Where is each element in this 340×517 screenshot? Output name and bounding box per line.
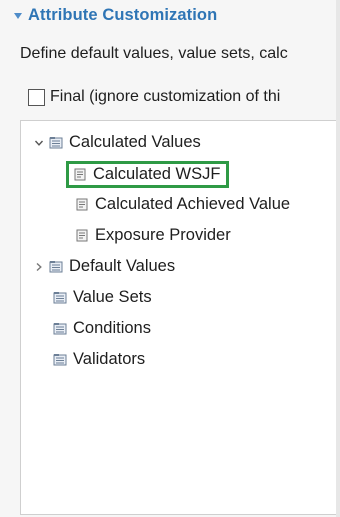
- script-icon: [75, 229, 89, 242]
- section-title: Attribute Customization: [28, 6, 218, 24]
- tree-item-conditions[interactable]: Conditions: [53, 319, 151, 338]
- tree-item-label: Calculated Achieved Value: [95, 195, 291, 213]
- script-icon: [75, 198, 89, 211]
- tree-item-label: Calculated Values: [69, 133, 201, 151]
- tree-item-value-sets[interactable]: Value Sets: [53, 288, 152, 307]
- tree-item-calculated-wsjf[interactable]: Calculated WSJF: [66, 161, 230, 188]
- tree-item-validators[interactable]: Validators: [53, 350, 145, 369]
- final-checkbox[interactable]: [28, 88, 45, 106]
- section-description: Define default values, value sets, calc: [20, 45, 288, 62]
- expand-chevron-icon[interactable]: [33, 261, 45, 273]
- script-icon: [73, 168, 87, 181]
- tree-item-exposure-provider[interactable]: Exposure Provider: [75, 226, 231, 245]
- selection-highlight[interactable]: Calculated WSJF: [66, 161, 230, 188]
- right-edge-divider: [336, 0, 340, 517]
- folder-icon: [53, 291, 67, 304]
- tree-item-label: Calculated WSJF: [93, 165, 221, 183]
- folder-icon: [49, 136, 63, 149]
- tree-item-label: Conditions: [73, 319, 151, 337]
- tree-item-label: Value Sets: [73, 288, 152, 306]
- final-option[interactable]: Final (ignore customization of thi: [28, 88, 280, 106]
- folder-icon: [53, 353, 67, 366]
- section-header[interactable]: Attribute Customization: [14, 6, 217, 25]
- customization-tree[interactable]: Calculated Values Calculated WSJF Calcul…: [20, 120, 340, 515]
- tree-item-calculated-achieved-value[interactable]: Calculated Achieved Value: [75, 195, 290, 214]
- expand-chevron-icon[interactable]: [33, 137, 45, 149]
- collapse-caret-icon[interactable]: [14, 13, 22, 19]
- tree-item-label: Exposure Provider: [95, 226, 231, 244]
- tree-item-label: Validators: [73, 350, 146, 368]
- tree-item-default-values[interactable]: Default Values: [33, 257, 175, 276]
- folder-icon: [49, 260, 63, 273]
- tree-item-label: Default Values: [69, 257, 176, 275]
- tree-item-calculated-values[interactable]: Calculated Values: [33, 133, 201, 152]
- folder-icon: [53, 322, 67, 335]
- final-checkbox-label[interactable]: Final (ignore customization of thi: [50, 88, 280, 106]
